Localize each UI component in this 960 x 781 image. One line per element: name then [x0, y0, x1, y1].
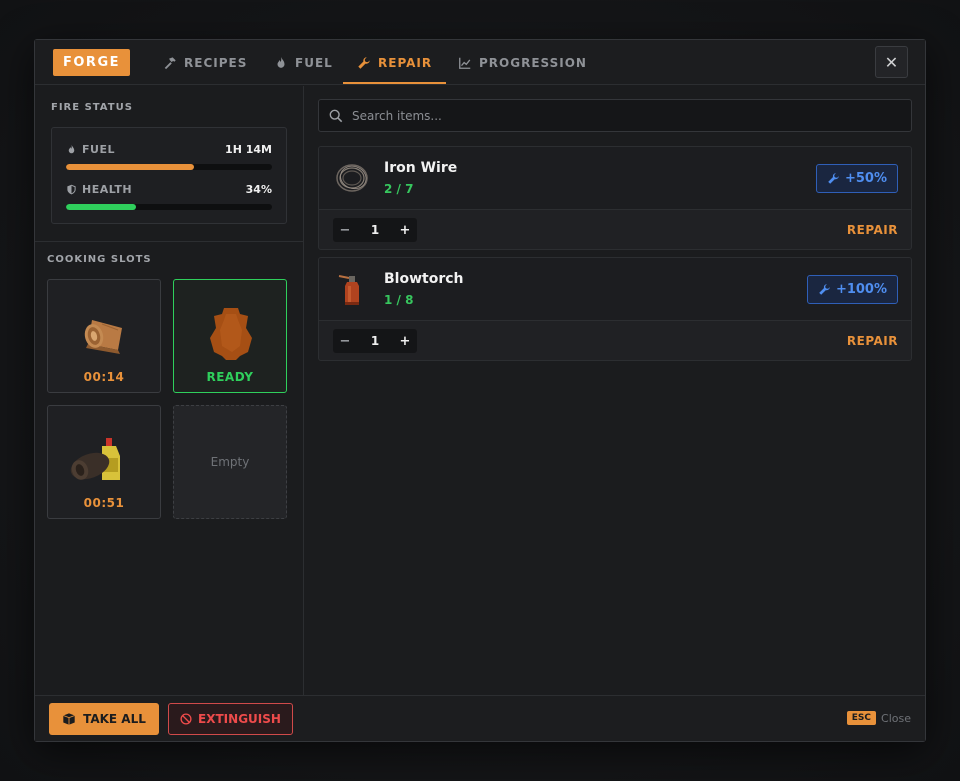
- fuel-bar-fill: [66, 164, 194, 170]
- quantity-value: 1: [370, 334, 380, 348]
- take-all-label: TAKE ALL: [83, 712, 146, 726]
- tab-progression-label: PROGRESSION: [479, 55, 587, 70]
- esc-close-label: Close: [881, 711, 911, 725]
- flame-icon: [68, 144, 75, 154]
- wrench-icon: [358, 56, 370, 69]
- item-count: 1 / 8: [384, 293, 414, 307]
- esc-close-hint[interactable]: ESC Close: [846, 711, 911, 725]
- slot-3-timer: 00:51: [83, 496, 125, 510]
- bottom-bar: TAKE ALL EXTINGUISH ESC Close: [35, 695, 925, 741]
- wrench-icon: [828, 173, 839, 184]
- search-input[interactable]: [352, 108, 892, 123]
- health-bar-fill: [66, 204, 137, 210]
- slot-4-empty-label: Empty: [210, 455, 250, 469]
- left-panel: FIRE STATUS FUEL 1H 14M HEALTH 34% COOKI…: [35, 86, 304, 696]
- decrement-button[interactable]: −: [333, 218, 357, 242]
- tab-recipes-label: RECIPES: [184, 55, 248, 70]
- prohibited-icon: [180, 713, 192, 725]
- fuel-bar: [66, 164, 272, 170]
- esc-key: ESC: [846, 711, 877, 725]
- search-icon: [329, 109, 343, 122]
- fire-status-box: FUEL 1H 14M HEALTH 34%: [51, 127, 287, 224]
- health-label: HEALTH: [82, 183, 133, 196]
- slot-1-timer: 00:14: [83, 370, 125, 384]
- health-stat: HEALTH 34%: [66, 183, 272, 217]
- repair-item-card: Iron Wire 2 / 7 +50% − 1 + REPAIR: [318, 146, 912, 250]
- repair-panel: Iron Wire 2 / 7 +50% − 1 + REPAIR: [305, 86, 925, 696]
- repair-button[interactable]: REPAIR: [847, 223, 898, 237]
- repair-bonus-badge: +100%: [806, 275, 898, 304]
- chart-line-icon: [459, 57, 471, 69]
- cooking-slot-3[interactable]: 00:51: [47, 405, 161, 519]
- tab-fuel[interactable]: FUEL: [274, 40, 333, 85]
- tab-repair-label: REPAIR: [378, 55, 433, 70]
- health-bar: [66, 204, 272, 210]
- extinguish-button[interactable]: EXTINGUISH: [168, 703, 293, 735]
- divider: [35, 241, 303, 242]
- forge-title-badge: FORGE: [53, 49, 130, 76]
- fuel-value: 1H 14M: [225, 143, 272, 156]
- increment-button[interactable]: +: [393, 329, 417, 353]
- flame-icon: [277, 56, 285, 68]
- repair-bonus-value: +100%: [835, 282, 887, 297]
- cooking-slot-2[interactable]: READY: [173, 279, 287, 393]
- take-all-button[interactable]: TAKE ALL: [49, 703, 159, 735]
- decrement-button[interactable]: −: [333, 329, 357, 353]
- fuel-label: FUEL: [82, 143, 115, 156]
- health-value: 34%: [245, 183, 272, 196]
- tab-recipes[interactable]: RECIPES: [163, 40, 247, 85]
- close-button[interactable]: ✕: [875, 46, 908, 78]
- cooking-slot-1[interactable]: 00:14: [47, 279, 161, 393]
- shield-icon: [67, 184, 76, 195]
- increment-button[interactable]: +: [393, 218, 417, 242]
- leather-roll-icon: [84, 320, 122, 354]
- top-bar: FORGE RECIPES FUEL REPAIR PROGRESSION ✕: [35, 40, 925, 85]
- blowtorch-icon: [338, 275, 359, 305]
- quantity-value: 1: [370, 223, 380, 237]
- tab-fuel-label: FUEL: [295, 55, 333, 70]
- repair-bonus-value: +50%: [844, 171, 887, 186]
- cooking-slots-title: COOKING SLOTS: [47, 254, 152, 265]
- fire-status-title: FIRE STATUS: [51, 102, 133, 113]
- tab-progression[interactable]: PROGRESSION: [458, 40, 587, 85]
- repair-item-card: Blowtorch 1 / 8 +100% − 1 + REPAIR: [318, 257, 912, 361]
- search-box[interactable]: [318, 99, 912, 132]
- quantity-stepper: − 1 +: [333, 329, 417, 353]
- cooking-slot-4[interactable]: Empty: [173, 405, 287, 519]
- item-name: Blowtorch: [384, 271, 464, 287]
- quantity-stepper: − 1 +: [333, 218, 417, 242]
- tab-repair[interactable]: REPAIR: [342, 40, 447, 85]
- close-icon: ✕: [884, 52, 899, 72]
- repair-bonus-badge: +50%: [815, 164, 898, 193]
- cloth-and-bottle-icon: [70, 438, 120, 480]
- item-name: Iron Wire: [384, 160, 458, 176]
- slot-2-status: READY: [206, 370, 254, 384]
- repair-button[interactable]: REPAIR: [847, 334, 898, 348]
- extinguish-label: EXTINGUISH: [198, 712, 281, 726]
- wrench-icon: [819, 284, 830, 295]
- forge-window: FORGE RECIPES FUEL REPAIR PROGRESSION ✕ …: [34, 39, 926, 742]
- box-icon: [63, 713, 75, 725]
- hammer-icon: [164, 56, 176, 69]
- leather-hide-icon: [210, 308, 252, 360]
- item-count: 2 / 7: [384, 182, 414, 196]
- iron-wire-icon: [336, 164, 368, 192]
- fuel-stat: FUEL 1H 14M: [66, 143, 272, 177]
